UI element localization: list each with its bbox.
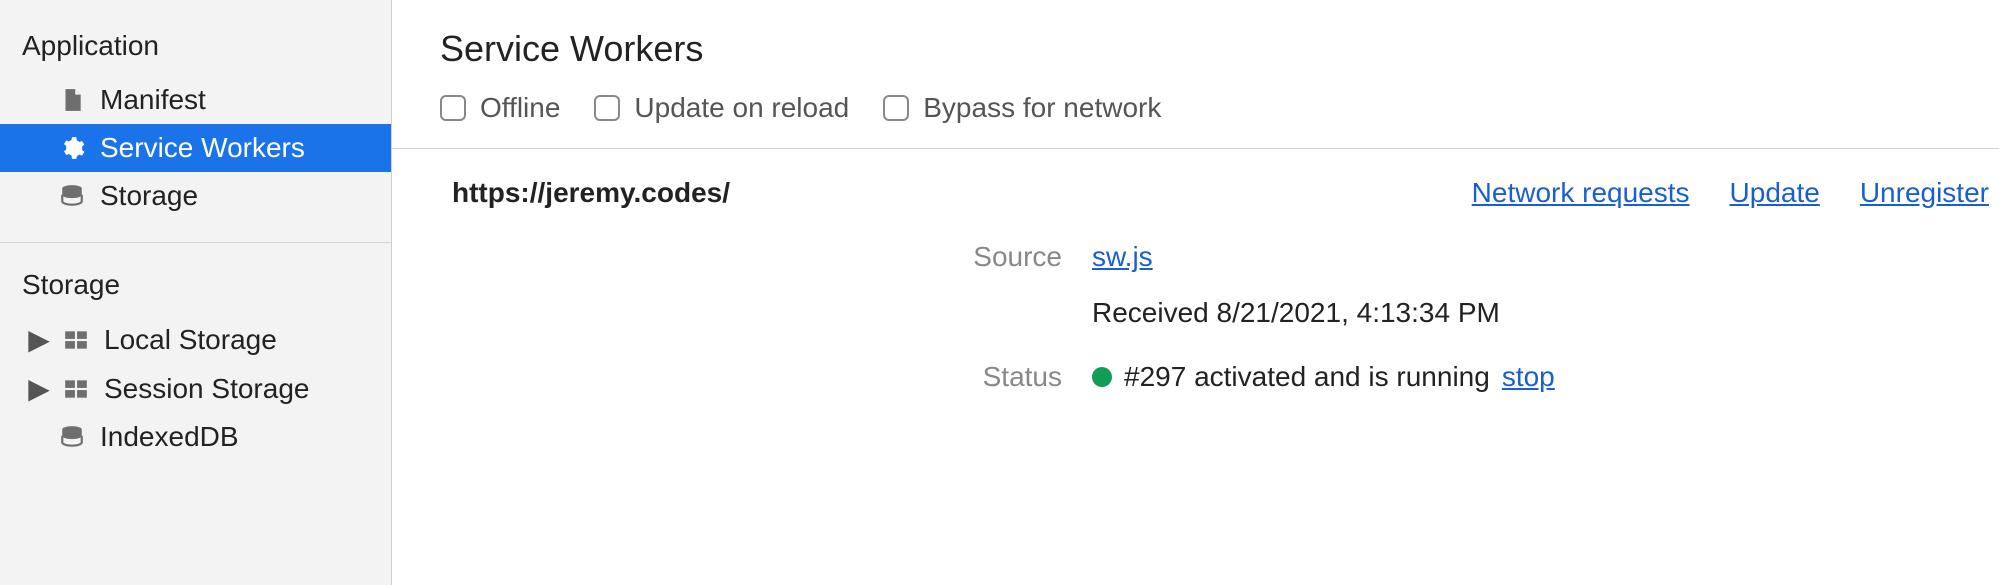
network-requests-link[interactable]: Network requests (1472, 177, 1690, 209)
status-label: Status (392, 361, 1092, 393)
sidebar-item-label: Session Storage (104, 373, 309, 405)
sidebar-item-storage[interactable]: Storage (0, 172, 391, 220)
status-row: Status #297 activated and is running sto… (392, 329, 1999, 393)
arrow-right-icon: ▶ (30, 372, 48, 405)
source-label: Source (392, 241, 1092, 329)
unregister-link[interactable]: Unregister (1860, 177, 1989, 209)
checkbox-label: Bypass for network (923, 92, 1161, 124)
offline-checkbox[interactable]: Offline (440, 92, 560, 124)
bypass-for-network-checkbox[interactable]: Bypass for network (883, 92, 1161, 124)
sidebar-item-label: Manifest (100, 84, 206, 116)
origin-actions: Network requests Update Unregister (1472, 177, 1989, 209)
sidebar-item-label: IndexedDB (100, 421, 239, 453)
sidebar-divider (0, 242, 391, 243)
sidebar-item-manifest[interactable]: Manifest (0, 76, 391, 124)
grid-icon (62, 375, 90, 403)
main-panel: Service Workers Offline Update on reload… (392, 0, 1999, 585)
file-icon (58, 86, 86, 114)
update-link[interactable]: Update (1730, 177, 1820, 209)
sidebar-item-local-storage[interactable]: ▶ Local Storage (0, 315, 391, 364)
toolbar: Offline Update on reload Bypass for netw… (392, 92, 1999, 149)
source-file-link[interactable]: sw.js (1092, 241, 1500, 273)
sidebar-item-label: Service Workers (100, 132, 305, 164)
source-received: Received 8/21/2021, 4:13:34 PM (1092, 297, 1500, 329)
sidebar-section-application: Application (0, 22, 391, 76)
gear-icon (58, 134, 86, 162)
sidebar-item-label: Local Storage (104, 324, 277, 356)
checkbox-icon (594, 95, 620, 121)
source-row: Source sw.js Received 8/21/2021, 4:13:34… (392, 209, 1999, 329)
sidebar-item-service-workers[interactable]: Service Workers (0, 124, 391, 172)
database-icon (58, 423, 86, 451)
database-icon (58, 182, 86, 210)
origin-row: https://jeremy.codes/ Network requests U… (392, 149, 1999, 209)
sidebar-section-storage: Storage (0, 261, 391, 315)
page-title: Service Workers (392, 28, 1999, 92)
sidebar: Application Manifest Service Workers Sto… (0, 0, 392, 585)
status-text: #297 activated and is running (1124, 361, 1490, 393)
sidebar-item-session-storage[interactable]: ▶ Session Storage (0, 364, 391, 413)
checkbox-icon (883, 95, 909, 121)
checkbox-icon (440, 95, 466, 121)
grid-icon (62, 326, 90, 354)
arrow-right-icon: ▶ (30, 323, 48, 356)
sidebar-item-label: Storage (100, 180, 198, 212)
update-on-reload-checkbox[interactable]: Update on reload (594, 92, 849, 124)
stop-link[interactable]: stop (1502, 361, 1555, 393)
origin-url: https://jeremy.codes/ (452, 177, 730, 209)
checkbox-label: Offline (480, 92, 560, 124)
sidebar-item-indexeddb[interactable]: IndexedDB (0, 413, 391, 461)
status-dot-icon (1092, 367, 1112, 387)
checkbox-label: Update on reload (634, 92, 849, 124)
